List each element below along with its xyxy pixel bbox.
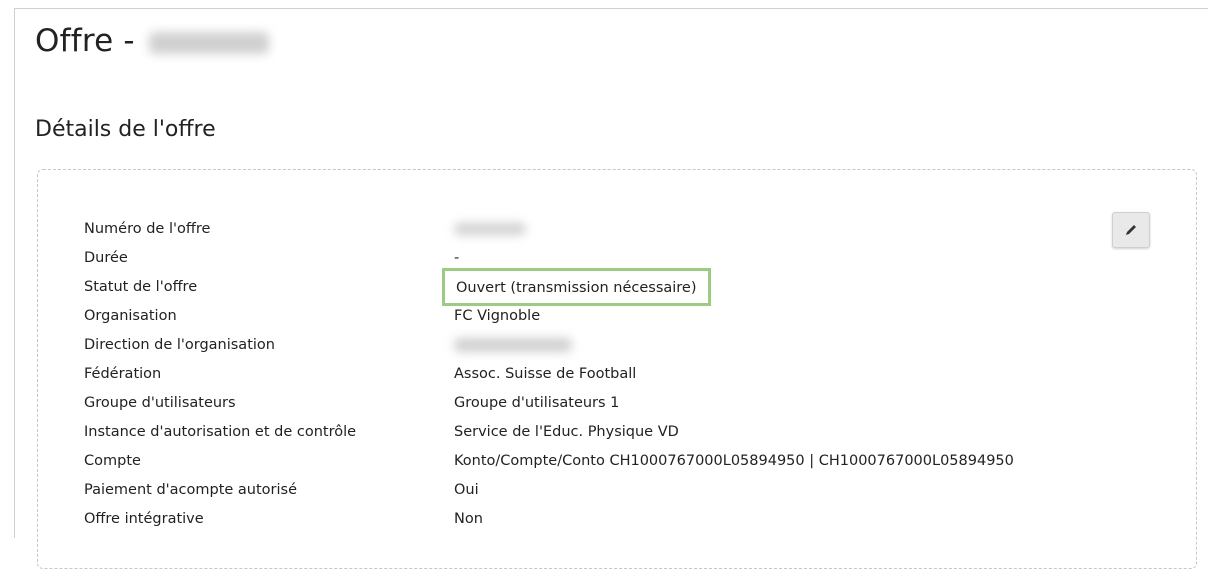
- detail-value: Assoc. Suisse de Football: [454, 366, 637, 382]
- detail-value: Groupe d'utilisateurs 1: [454, 395, 620, 411]
- detail-label: Statut de l'offre: [84, 279, 198, 295]
- detail-value-offer-number: [454, 218, 526, 242]
- detail-label: Numéro de l'offre: [84, 221, 211, 237]
- edit-button[interactable]: [1112, 212, 1150, 248]
- detail-label: Fédération: [84, 366, 162, 382]
- offer-details-card: Numéro de l'offre Durée - Statut de l'of…: [37, 169, 1197, 569]
- detail-label: Compte: [84, 453, 141, 469]
- detail-label: Direction de l'organisation: [84, 337, 275, 353]
- detail-value: Oui: [454, 482, 479, 498]
- detail-label: Offre intégrative: [84, 511, 204, 527]
- pencil-icon: [1126, 225, 1136, 235]
- detail-value-direction: [454, 334, 572, 359]
- page-frame: Offre - Détails de l'offre Numéro de l'o…: [14, 8, 1208, 569]
- detail-label: Paiement d'acompte autorisé: [84, 482, 298, 498]
- page-title: Offre -: [35, 23, 135, 59]
- detail-label: Organisation: [84, 308, 177, 324]
- detail-value: -: [454, 250, 460, 266]
- redacted-direction: [454, 338, 572, 352]
- detail-value: FC Vignoble: [454, 308, 541, 324]
- page-title-row: Offre -: [35, 23, 269, 59]
- detail-value: Non: [454, 511, 483, 527]
- detail-label: Durée: [84, 250, 128, 266]
- detail-label: Groupe d'utilisateurs: [84, 395, 236, 411]
- detail-value: Service de l'Educ. Physique VD: [454, 424, 679, 440]
- redacted-offer-number: [454, 223, 526, 235]
- section-title: Détails de l'offre: [35, 117, 216, 142]
- detail-label: Instance d'autorisation et de contrôle: [84, 424, 357, 440]
- detail-value: Konto/Compte/Conto CH1000767000L05894950…: [454, 453, 1014, 469]
- redacted-offer-name: [148, 32, 269, 54]
- status-highlight-box: Ouvert (transmission nécessaire): [442, 268, 711, 306]
